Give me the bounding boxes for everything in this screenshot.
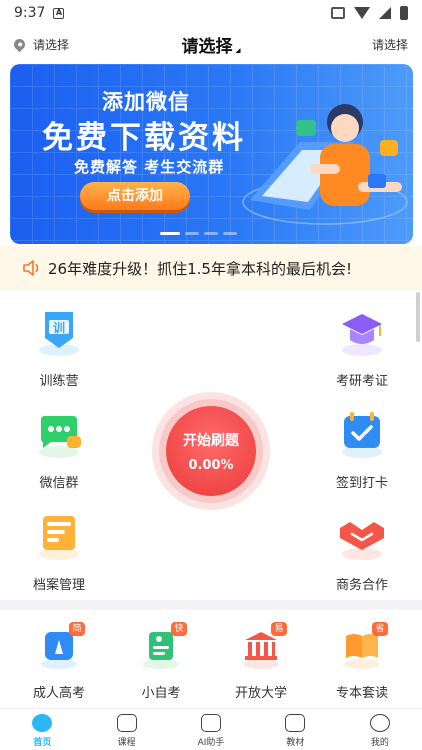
top-header: 请选择 请选择 请选择 [0, 26, 422, 62]
status-time: 9:37 [14, 5, 46, 21]
feature-label: 商务合作 [335, 578, 388, 593]
tab-label: 教材 [286, 738, 305, 748]
feature-wechat-group[interactable]: 微信群 [9, 408, 109, 491]
page-title: 请选择 [181, 36, 233, 57]
course-tag: 简 [69, 622, 85, 636]
feature-archive-management[interactable]: 档案管理 [9, 510, 109, 593]
feature-label: 签到打卡 [335, 476, 388, 491]
course-self-study[interactable]: 快 小自考 [111, 622, 211, 701]
feature-label: 考研考证 [335, 374, 388, 389]
graduation-cap-icon [342, 314, 382, 356]
course-label: 专本套读 [335, 686, 388, 701]
course-tag: 易 [271, 622, 287, 636]
dropdown-triangle-icon [235, 47, 241, 53]
wechat-chat-icon [39, 416, 81, 458]
svg-text:训: 训 [53, 320, 65, 335]
handshake-icon [340, 522, 384, 560]
right-selector[interactable]: 请选择 [372, 36, 408, 53]
banner-illustration [242, 104, 408, 225]
course-open-university[interactable]: 易 开放大学 [211, 622, 311, 701]
tab-label: 首页 [33, 738, 52, 748]
quiz-core: 开始刷题 0.00% [166, 406, 256, 496]
wifi-icon [354, 7, 370, 19]
tab-courses[interactable]: 课程 [84, 709, 168, 750]
course-combined-degree[interactable]: 省 专本套读 [312, 622, 412, 701]
ai-robot-icon [201, 714, 222, 732]
section-divider [0, 600, 422, 610]
banner-dot [223, 232, 237, 235]
quiz-title: 开始刷题 [183, 432, 239, 449]
course-label: 成人高考 [32, 686, 85, 701]
status-bar: 9:37 A [0, 0, 422, 26]
feature-label: 微信群 [39, 476, 79, 491]
tab-home[interactable]: 首页 [0, 709, 84, 750]
banner-dot [185, 232, 199, 235]
feature-training-camp[interactable]: 训 训练营 [9, 306, 109, 389]
course-tag: 省 [372, 622, 388, 636]
course-label: 小自考 [141, 686, 181, 701]
profile-face-icon [369, 714, 390, 732]
notice-text: 26年难度升级！抓住1.5年拿本科的最后机会! [48, 259, 352, 278]
course-tag: 快 [171, 622, 187, 636]
tab-textbooks[interactable]: 教材 [253, 709, 337, 750]
location-pin-icon [11, 36, 28, 52]
folder-icon [39, 516, 79, 560]
tab-ai-assistant[interactable]: AI助手 [169, 709, 253, 750]
book-icon [285, 714, 306, 732]
course-icon-wrap: 省 [340, 622, 388, 670]
play-screen-icon [116, 714, 137, 732]
signal-icon [379, 7, 391, 19]
speaker-icon [23, 260, 39, 276]
home-icon [32, 714, 53, 732]
tab-label: AI助手 [197, 738, 225, 748]
feature-label: 档案管理 [32, 578, 85, 593]
course-icon-wrap: 易 [239, 622, 287, 670]
feature-label: 训练营 [39, 374, 79, 389]
location-selector[interactable]: 请选择 [11, 36, 70, 53]
tab-label: 我的 [370, 738, 389, 748]
feature-postgrad-cert[interactable]: 考研考证 [312, 306, 412, 389]
quiz-ring: 开始刷题 0.00% [159, 399, 263, 503]
feature-business-cooperation[interactable]: 商务合作 [312, 510, 412, 593]
promo-banner[interactable]: 添加微信 免费下载资料 免费解答 考生交流群 点击添加 [10, 64, 413, 244]
banner-headline: 免费下载资料 [42, 120, 246, 156]
course-icon-wrap: 简 [37, 622, 85, 670]
location-label: 请选择 [33, 37, 70, 52]
banner-line3: 免费解答 考生交流群 [74, 158, 225, 176]
vibrate-icon [331, 7, 345, 19]
course-label: 开放大学 [234, 686, 287, 701]
scrollbar[interactable] [416, 292, 420, 342]
start-quiz-button[interactable]: 开始刷题 0.00% [152, 392, 270, 510]
bottom-tab-bar: 首页 课程 AI助手 教材 我的 [0, 708, 422, 750]
course-adult-exam[interactable]: 简 成人高考 [9, 622, 109, 701]
banner-dot [204, 232, 218, 235]
training-shield-icon: 训 [39, 312, 79, 356]
banner-dot-active [160, 232, 180, 235]
status-icons [331, 6, 408, 20]
quiz-progress: 0.00% [188, 457, 234, 473]
banner-pagination [160, 232, 237, 235]
calendar-check-icon [342, 412, 382, 458]
exam-selector[interactable]: 请选择 [182, 32, 241, 57]
tab-label: 课程 [117, 738, 136, 748]
notice-bar[interactable]: 26年难度升级！抓住1.5年拿本科的最后机会! [0, 246, 422, 290]
banner-add-button[interactable]: 点击添加 [80, 182, 190, 210]
tab-profile[interactable]: 我的 [338, 709, 422, 750]
battery-icon [400, 6, 408, 20]
feature-check-in[interactable]: 签到打卡 [312, 408, 412, 491]
notification-a-icon: A [53, 7, 65, 19]
course-icon-wrap: 快 [139, 622, 187, 670]
